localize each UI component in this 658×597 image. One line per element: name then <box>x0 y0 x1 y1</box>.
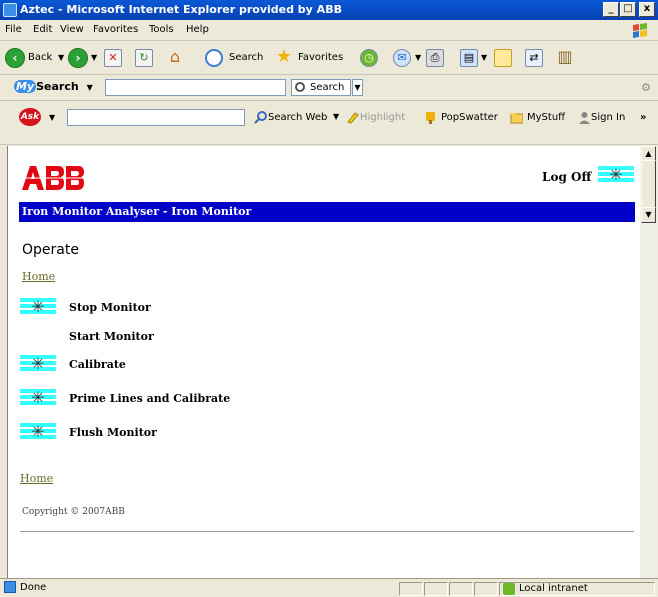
mysearch-button-label: Search <box>310 82 345 93</box>
search-icon[interactable] <box>205 49 223 67</box>
user-icon <box>579 112 590 124</box>
highlight-icon <box>347 112 359 124</box>
start-monitor-label: Start Monitor <box>69 330 154 343</box>
forward-dropdown-icon[interactable]: ▼ <box>91 53 97 62</box>
menu-help[interactable]: Help <box>186 24 209 35</box>
abb-logo <box>22 166 84 190</box>
favorites-star-icon[interactable]: ★ <box>275 48 293 67</box>
highlight-button[interactable]: Highlight <box>360 112 405 123</box>
page-banner: Iron Monitor Analyser - Iron Monitor <box>19 202 635 222</box>
standard-toolbar: ‹ Back ▼ › ▼ ✕ ↻ ⌂ Search ★ Favorites ◷ … <box>0 41 658 75</box>
popswatter-icon <box>426 112 435 124</box>
calibrate-snowflake-icon[interactable]: ✳ <box>20 355 56 373</box>
page-heading: Operate <box>22 242 79 258</box>
status-cell <box>474 582 498 596</box>
prime-lines-calibrate-link[interactable]: Prime Lines and Calibrate <box>69 392 230 405</box>
magnifier-icon <box>295 82 305 92</box>
flush-monitor-snowflake-icon[interactable]: ✳ <box>20 423 56 441</box>
mail-icon[interactable]: ✉ <box>393 49 411 67</box>
menu-favorites[interactable]: Favorites <box>93 24 138 35</box>
title-bar: Aztec - Microsoft Internet Explorer prov… <box>0 0 658 20</box>
maximize-button[interactable]: □ <box>620 2 636 17</box>
menu-edit[interactable]: Edit <box>33 24 52 35</box>
menu-bar: File Edit View Favorites Tools Help <box>0 20 658 41</box>
zone-text: Local intranet <box>519 583 588 594</box>
menu-view[interactable]: View <box>60 24 84 35</box>
discuss-icon[interactable] <box>494 49 512 67</box>
home-icon[interactable]: ⌂ <box>166 49 184 67</box>
ask-toolbar: Ask ▼ Search Web ▼ Highlight PopSwatter … <box>0 101 658 145</box>
stop-monitor-snowflake-icon[interactable]: ✳ <box>20 298 56 316</box>
refresh-icon[interactable]: ↻ <box>135 49 153 67</box>
ask-search-input[interactable] <box>67 109 245 126</box>
history-icon[interactable]: ◷ <box>360 49 378 67</box>
divider <box>20 531 634 532</box>
research-icon[interactable]: ▥ <box>556 49 574 67</box>
menu-tools[interactable]: Tools <box>149 24 174 35</box>
forward-arrow-icon[interactable]: › <box>68 48 88 68</box>
mysearch-logo: My Search ▼ <box>14 80 93 93</box>
search-label[interactable]: Search <box>229 52 263 63</box>
favorites-label[interactable]: Favorites <box>298 52 343 63</box>
search-web-dropdown-icon[interactable]: ▼ <box>333 112 339 121</box>
flush-monitor-link[interactable]: Flush Monitor <box>69 426 157 439</box>
mail-dropdown-icon[interactable]: ▼ <box>415 53 421 62</box>
copyright-text: Copyright © 2007ABB <box>22 507 125 517</box>
stop-monitor-link[interactable]: Stop Monitor <box>69 301 151 314</box>
minimize-button[interactable]: _ <box>603 2 619 17</box>
mysearch-input[interactable] <box>105 79 286 96</box>
log-off-snowflake-icon[interactable]: ✳ <box>598 166 634 184</box>
mysearch-toolbar: My Search ▼ Search ▼ ⚙ <box>0 75 658 101</box>
home-link-bottom[interactable]: Home <box>20 472 53 485</box>
messenger-icon[interactable]: ⇄ <box>525 49 543 67</box>
zone-cell: Local intranet <box>499 582 655 596</box>
back-arrow-icon[interactable]: ‹ <box>5 48 25 68</box>
search-web-icon <box>254 111 267 124</box>
calibrate-link[interactable]: Calibrate <box>69 358 126 371</box>
browser-window: Aztec - Microsoft Internet Explorer prov… <box>0 0 658 597</box>
page-viewport: Log Off ✳ Iron Monitor Analyser - Iron M… <box>7 146 640 578</box>
vertical-scrollbar[interactable]: ▲ ▼ <box>640 146 657 578</box>
status-cell <box>424 582 448 596</box>
mystuff-button[interactable]: MyStuff <box>527 112 565 123</box>
toolbar-options-icon[interactable]: ⚙ <box>641 81 651 94</box>
log-off-link[interactable]: Log Off <box>542 170 591 184</box>
edit-dropdown-icon[interactable]: ▼ <box>481 53 487 62</box>
scroll-down-icon[interactable]: ▼ <box>641 207 656 223</box>
ask-logo[interactable]: Ask <box>19 108 41 126</box>
windows-flag-icon <box>633 23 647 38</box>
page-done-icon <box>4 581 16 593</box>
ask-dropdown-icon[interactable]: ▼ <box>49 113 55 122</box>
chevron-more-icon[interactable]: » <box>640 112 646 123</box>
mystuff-folder-icon <box>510 113 523 124</box>
scroll-thumb[interactable] <box>641 160 656 208</box>
edit-icon[interactable]: ▤ <box>460 49 478 67</box>
window-title: Aztec - Microsoft Internet Explorer prov… <box>20 3 342 16</box>
prime-lines-snowflake-icon[interactable]: ✳ <box>20 389 56 407</box>
status-cell <box>449 582 473 596</box>
status-cell <box>399 582 423 596</box>
popswatter-button[interactable]: PopSwatter <box>441 112 498 123</box>
print-icon[interactable]: ⎙ <box>426 49 444 67</box>
menu-file[interactable]: File <box>5 24 22 35</box>
mysearch-dropdown-icon[interactable]: ▼ <box>352 79 363 96</box>
ie-app-icon <box>3 3 17 17</box>
back-dropdown-icon[interactable]: ▼ <box>58 53 64 62</box>
close-button[interactable]: x <box>639 2 655 17</box>
intranet-icon <box>503 583 515 595</box>
status-text: Done <box>20 582 47 593</box>
back-label[interactable]: Back <box>28 52 52 63</box>
search-web-button[interactable]: Search Web <box>268 112 327 123</box>
stop-icon[interactable]: ✕ <box>104 49 122 67</box>
home-link-top[interactable]: Home <box>22 270 55 283</box>
mysearch-button[interactable]: Search <box>291 79 351 96</box>
status-bar: Done Local intranet <box>0 578 658 597</box>
sign-in-button[interactable]: Sign In <box>591 112 625 123</box>
